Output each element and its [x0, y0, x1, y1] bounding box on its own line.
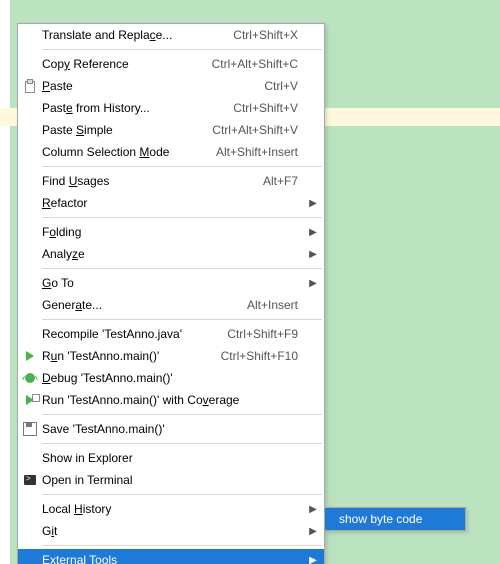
menu-separator [42, 545, 322, 546]
chevron-right-icon: ▶ [306, 278, 324, 289]
menu-item-go-to[interactable]: Go To▶ [18, 272, 324, 294]
chevron-right-icon: ▶ [306, 227, 324, 238]
submenu-item-label: show byte code [325, 512, 465, 526]
menu-icon-col [18, 351, 42, 361]
menu-item-label: External Tools [42, 553, 306, 564]
menu-item-run-testanno-main[interactable]: Run 'TestAnno.main()'Ctrl+Shift+F10 [18, 345, 324, 367]
menu-icon-col [18, 373, 42, 383]
menu-separator [42, 494, 322, 495]
menu-icon-col [18, 395, 42, 405]
bug-icon [25, 373, 35, 383]
context-menu: Translate and Replace...Ctrl+Shift+X Copy… [17, 23, 325, 564]
menu-item-label: Translate and Replace... [42, 28, 233, 42]
play-icon [26, 351, 34, 361]
submenu-item-show-byte-code[interactable]: show byte code [325, 508, 465, 530]
menu-item-copy-reference[interactable]: Copy ReferenceCtrl+Alt+Shift+C [18, 53, 324, 75]
menu-item-label: Recompile 'TestAnno.java' [42, 327, 227, 341]
chevron-right-icon: ▶ [306, 504, 324, 515]
menu-item-label: Open in Terminal [42, 473, 306, 487]
menu-item-refactor[interactable]: Refactor▶ [18, 192, 324, 214]
menu-item-shortcut: Ctrl+Shift+F9 [227, 327, 306, 341]
menu-item-local-history[interactable]: Local History▶ [18, 498, 324, 520]
menu-item-shortcut: Alt+Shift+Insert [216, 145, 306, 159]
menu-item-translate-and-replace[interactable]: Translate and Replace...Ctrl+Shift+X [18, 24, 324, 46]
save-icon [23, 422, 37, 436]
menu-item-shortcut: Ctrl+Shift+V [233, 101, 306, 115]
menu-separator [42, 49, 322, 50]
menu-item-label: Refactor [42, 196, 306, 210]
menu-item-label: Show in Explorer [42, 451, 306, 465]
menu-separator [42, 319, 322, 320]
terminal-icon [24, 475, 36, 485]
menu-item-analyze[interactable]: Analyze▶ [18, 243, 324, 265]
menu-item-label: Local History [42, 502, 306, 516]
menu-item-shortcut: Ctrl+Shift+X [233, 28, 306, 42]
paste-icon [23, 79, 37, 93]
menu-item-label: Run 'TestAnno.main()' [42, 349, 221, 363]
menu-item-label: Save 'TestAnno.main()' [42, 422, 306, 436]
menu-separator [42, 443, 322, 444]
menu-item-save-testanno-main[interactable]: Save 'TestAnno.main()' [18, 418, 324, 440]
menu-item-find-usages[interactable]: Find UsagesAlt+F7 [18, 170, 324, 192]
menu-item-shortcut: Ctrl+V [264, 79, 306, 93]
menu-item-paste-simple[interactable]: Paste SimpleCtrl+Alt+Shift+V [18, 119, 324, 141]
chevron-right-icon: ▶ [306, 198, 324, 209]
chevron-right-icon: ▶ [306, 526, 324, 537]
menu-item-shortcut: Ctrl+Alt+Shift+V [212, 123, 306, 137]
editor-gutter [0, 0, 10, 564]
menu-item-shortcut: Ctrl+Alt+Shift+C [212, 57, 306, 71]
menu-item-label: Generate... [42, 298, 247, 312]
menu-item-run-testanno-main-with-coverage[interactable]: Run 'TestAnno.main()' with Coverage [18, 389, 324, 411]
menu-item-paste-from-history[interactable]: Paste from History...Ctrl+Shift+V [18, 97, 324, 119]
external-tools-submenu: show byte code [324, 507, 466, 531]
menu-item-open-in-terminal[interactable]: Open in Terminal [18, 469, 324, 491]
menu-item-label: Folding [42, 225, 306, 239]
menu-item-label: Go To [42, 276, 306, 290]
menu-item-label: Paste [42, 79, 264, 93]
menu-icon-col [18, 79, 42, 93]
menu-icon-col [18, 475, 42, 485]
menu-item-paste[interactable]: PasteCtrl+V [18, 75, 324, 97]
menu-item-shortcut: Alt+F7 [263, 174, 306, 188]
menu-icon-col [18, 422, 42, 436]
menu-item-external-tools[interactable]: External Tools▶ [18, 549, 324, 564]
menu-item-label: Debug 'TestAnno.main()' [42, 371, 306, 385]
menu-separator [42, 217, 322, 218]
menu-separator [42, 166, 322, 167]
menu-item-column-selection-mode[interactable]: Column Selection ModeAlt+Shift+Insert [18, 141, 324, 163]
menu-item-label: Paste Simple [42, 123, 212, 137]
menu-item-label: Column Selection Mode [42, 145, 216, 159]
coverage-icon [26, 395, 34, 405]
menu-item-recompile-testanno-java[interactable]: Recompile 'TestAnno.java'Ctrl+Shift+F9 [18, 323, 324, 345]
menu-separator [42, 268, 322, 269]
menu-item-shortcut: Ctrl+Shift+F10 [221, 349, 306, 363]
menu-item-label: Find Usages [42, 174, 263, 188]
chevron-right-icon: ▶ [306, 249, 324, 260]
menu-item-generate[interactable]: Generate...Alt+Insert [18, 294, 324, 316]
menu-item-folding[interactable]: Folding▶ [18, 221, 324, 243]
menu-item-label: Copy Reference [42, 57, 212, 71]
menu-item-git[interactable]: Git▶ [18, 520, 324, 542]
menu-separator [42, 414, 322, 415]
menu-item-show-in-explorer[interactable]: Show in Explorer [18, 447, 324, 469]
menu-item-label: Run 'TestAnno.main()' with Coverage [42, 393, 306, 407]
menu-item-label: Paste from History... [42, 101, 233, 115]
menu-item-label: Analyze [42, 247, 306, 261]
menu-item-debug-testanno-main[interactable]: Debug 'TestAnno.main()' [18, 367, 324, 389]
menu-item-label: Git [42, 524, 306, 538]
chevron-right-icon: ▶ [306, 555, 324, 564]
menu-item-shortcut: Alt+Insert [247, 298, 306, 312]
